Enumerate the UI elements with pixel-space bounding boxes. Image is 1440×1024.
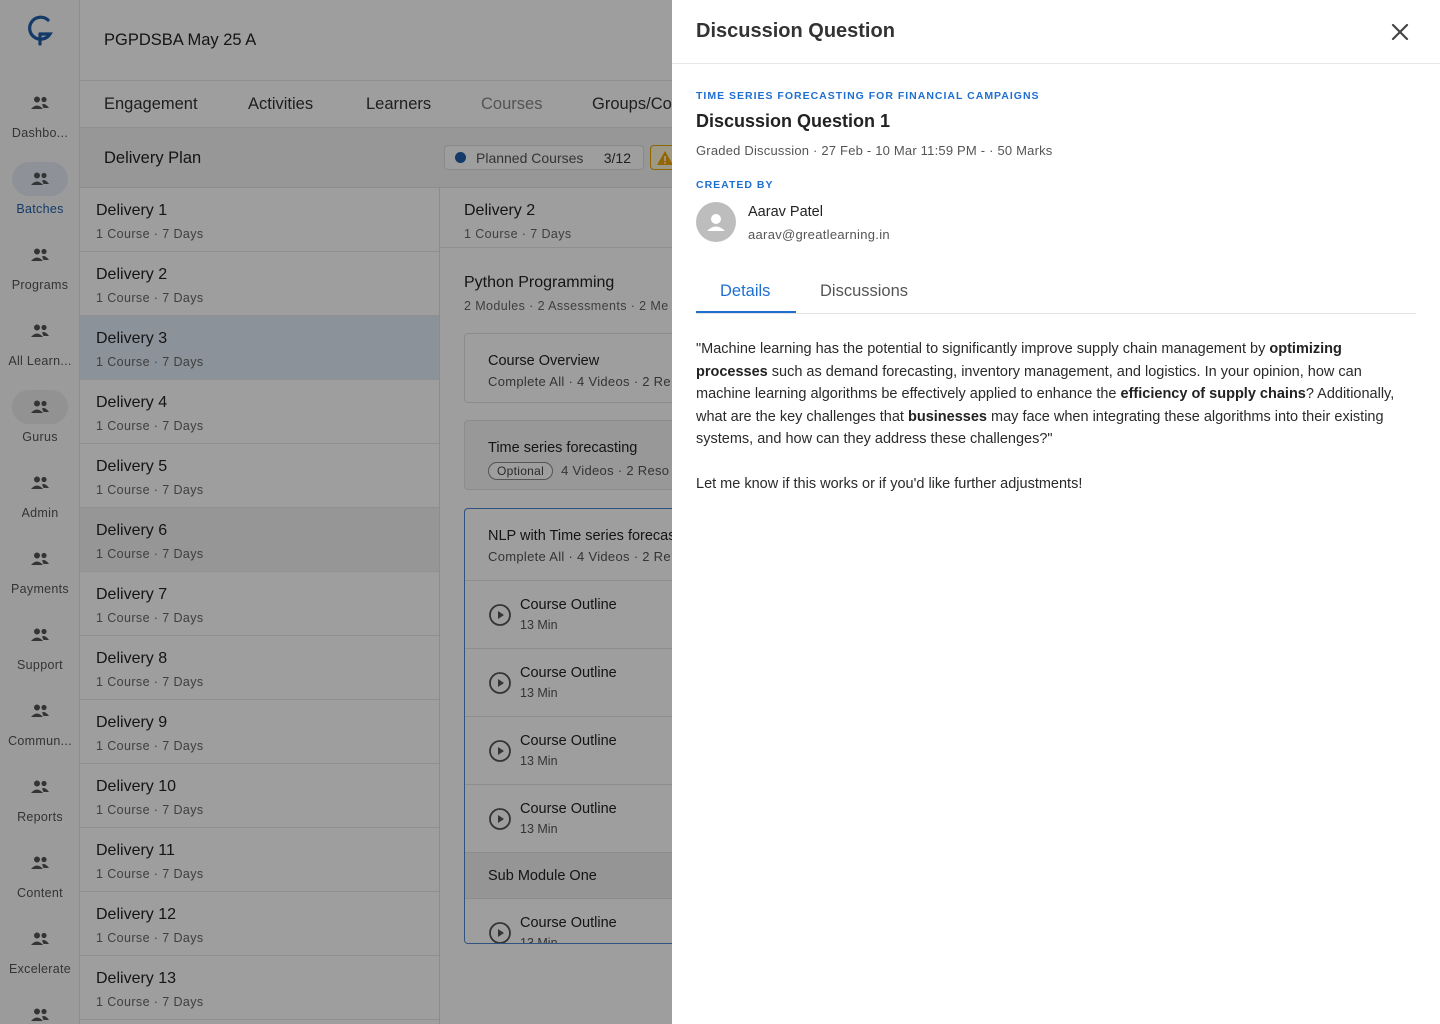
author-name: Aarav Patel <box>748 204 823 220</box>
course-overline: TIME SERIES FORECASTING FOR FINANCIAL CA… <box>696 90 1040 102</box>
drawer-tabs: Details Discussions <box>696 276 1416 314</box>
drawer-title: Discussion Question <box>696 20 895 42</box>
question-meta: Graded Discussion · 27 Feb - 10 Mar 11:5… <box>696 143 1053 158</box>
avatar <box>696 202 736 242</box>
body-emphasis: businesses <box>908 408 987 425</box>
drawer-header: Discussion Question <box>672 0 1440 64</box>
close-icon[interactable] <box>1388 20 1412 44</box>
active-tab-indicator <box>696 311 796 313</box>
tab-discussions[interactable]: Discussions <box>820 282 908 301</box>
question-title: Discussion Question 1 <box>696 111 891 131</box>
tab-details[interactable]: Details <box>720 282 770 301</box>
author-email: aarav@greatlearning.in <box>748 227 890 242</box>
question-body: "Machine learning has the potential to s… <box>696 338 1416 518</box>
discussion-question-drawer: Discussion Question TIME SERIES FORECAST… <box>672 0 1440 1024</box>
question-paragraph: "Machine learning has the potential to s… <box>696 338 1416 451</box>
closing-paragraph: Let me know if this works or if you'd li… <box>696 476 1083 492</box>
created-by-label: CREATED BY <box>696 179 774 191</box>
body-emphasis: efficiency of supply chains <box>1120 386 1306 402</box>
person-icon <box>707 214 725 231</box>
body-text: "Machine learning has the potential to s… <box>696 341 1270 357</box>
